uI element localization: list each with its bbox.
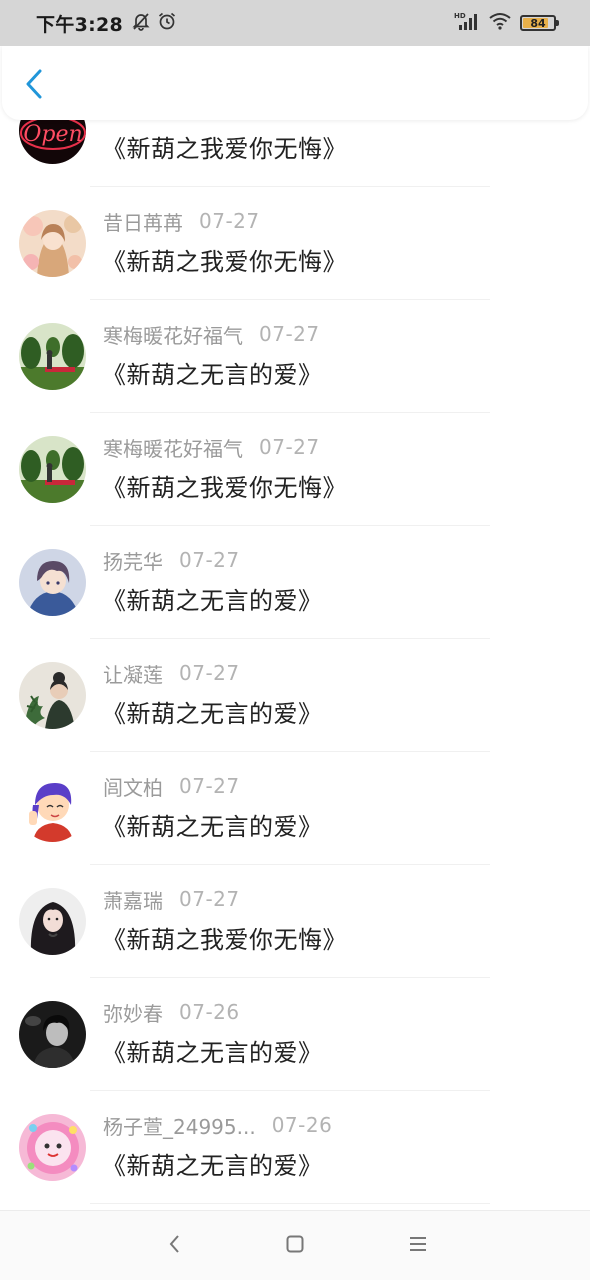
author-name[interactable]: 兰春华 [103, 120, 163, 123]
meta-line: 弥妙春 07-26 [103, 998, 240, 1027]
avatar[interactable] [19, 1114, 86, 1181]
mute-bell-icon [131, 11, 151, 35]
item-title[interactable]: 《新葫之无言的爱》 [102, 355, 323, 390]
meta-line: 闾文柏 07-27 [103, 772, 240, 801]
item-title[interactable]: 《新葫之我爱你无悔》 [102, 129, 347, 164]
nav-back-button[interactable] [160, 1231, 190, 1261]
author-name[interactable]: 寒梅暖花好福气 [103, 433, 243, 462]
comment-list[interactable]: Open 兰春华 07-27 《新葫之我爱你无悔》 昔日苒苒 07-27 《新葫… [0, 120, 590, 1210]
comment-date: 07-26 [179, 1000, 240, 1024]
comment-date: 07-27 [259, 435, 320, 459]
comment-list-inner: Open 兰春华 07-27 《新葫之我爱你无悔》 昔日苒苒 07-27 《新葫… [0, 120, 590, 1204]
avatar[interactable] [19, 549, 86, 616]
item-title[interactable]: 《新葫之无言的爱》 [102, 1033, 323, 1068]
comment-date: 07-26 [271, 1113, 333, 1137]
list-item[interactable]: 扬芫华 07-27 《新葫之无言的爱》 [0, 526, 590, 639]
author-name[interactable]: 让凝莲 [103, 659, 163, 688]
comment-date: 07-27 [179, 548, 240, 572]
comment-date: 07-27 [199, 209, 260, 233]
list-item[interactable]: 闾文柏 07-27 《新葫之无言的爱》 [0, 752, 590, 865]
author-name[interactable]: 闾文柏 [103, 772, 163, 801]
nav-back-icon [167, 1233, 183, 1259]
hd-signal-icon: HD [454, 11, 480, 35]
battery-level-text: 84 [530, 16, 546, 30]
list-item[interactable]: 杨子萱_24995... 07-26 《新葫之无言的爱》 [0, 1091, 590, 1204]
item-title[interactable]: 《新葫之我爱你无悔》 [102, 242, 347, 277]
avatar[interactable] [19, 436, 86, 503]
meta-line: 寒梅暖花好福气 07-27 [103, 433, 320, 462]
list-item[interactable]: Open 兰春华 07-27 《新葫之我爱你无悔》 [0, 120, 590, 187]
comment-date: 07-27 [259, 322, 320, 346]
meta-line: 扬芫华 07-27 [103, 546, 240, 575]
screen: 下午3:28 HD 84 Open 《新葫之我爱你无悔》 昔日苒苒 07-27 … [0, 0, 590, 1280]
avatar[interactable] [19, 1001, 86, 1068]
comment-date: 07-27 [179, 887, 240, 911]
item-title[interactable]: 《新葫之无言的爱》 [102, 581, 323, 616]
system-nav-bar [0, 1210, 590, 1280]
avatar[interactable] [19, 888, 86, 955]
avatar[interactable]: Open [19, 120, 86, 164]
author-name[interactable]: 昔日苒苒 [103, 207, 183, 236]
item-title[interactable]: 《新葫之我爱你无悔》 [102, 920, 347, 955]
comment-date: 07-27 [179, 661, 240, 685]
divider [90, 1203, 490, 1204]
nav-menu-icon [408, 1234, 428, 1258]
nav-home-button[interactable] [280, 1231, 310, 1261]
list-item[interactable]: 寒梅暖花好福气 07-27 《新葫之我爱你无悔》 [0, 413, 590, 526]
meta-line: 萧嘉瑞 07-27 [103, 885, 240, 914]
svg-text:Open: Open [23, 122, 82, 147]
meta-line: 寒梅暖花好福气 07-27 [103, 320, 320, 349]
item-title[interactable]: 《新葫之无言的爱》 [102, 1146, 323, 1181]
item-title[interactable]: 《新葫之无言的爱》 [102, 807, 323, 842]
author-name[interactable]: 萧嘉瑞 [103, 885, 163, 914]
meta-line: 让凝莲 07-27 [103, 659, 240, 688]
status-bar: 下午3:28 HD 84 [0, 0, 590, 46]
status-right-icons: HD 84 [454, 11, 559, 35]
status-left-icons [131, 11, 177, 35]
item-title[interactable]: 《新葫之无言的爱》 [102, 694, 323, 729]
list-item[interactable]: 弥妙春 07-26 《新葫之无言的爱》 [0, 978, 590, 1091]
chevron-left-icon [24, 68, 44, 104]
meta-line: 杨子萱_24995... 07-26 [103, 1111, 333, 1140]
author-name[interactable]: 寒梅暖花好福气 [103, 320, 243, 349]
list-item[interactable]: 昔日苒苒 07-27 《新葫之我爱你无悔》 [0, 187, 590, 300]
author-name[interactable]: 杨子萱_24995... [103, 1111, 256, 1140]
status-time: 下午3:28 [36, 13, 124, 36]
avatar[interactable] [19, 775, 86, 842]
author-name[interactable]: 弥妙春 [103, 998, 163, 1027]
nav-menu-button[interactable] [403, 1231, 433, 1261]
svg-text:HD: HD [454, 12, 466, 20]
avatar[interactable] [19, 323, 86, 390]
wifi-icon [488, 11, 512, 35]
alarm-icon [157, 11, 177, 35]
list-item[interactable]: 萧嘉瑞 07-27 《新葫之我爱你无悔》 [0, 865, 590, 978]
back-button[interactable] [16, 66, 52, 106]
avatar[interactable] [19, 662, 86, 729]
list-item[interactable]: 寒梅暖花好福气 07-27 《新葫之无言的爱》 [0, 300, 590, 413]
meta-line: 昔日苒苒 07-27 [103, 207, 260, 236]
item-title[interactable]: 《新葫之我爱你无悔》 [102, 468, 347, 503]
avatar[interactable] [19, 210, 86, 277]
author-name[interactable]: 扬芫华 [103, 546, 163, 575]
battery-icon: 84 [520, 15, 559, 31]
nav-home-icon [285, 1234, 305, 1258]
app-header [2, 46, 588, 120]
list-item[interactable]: 让凝莲 07-27 《新葫之无言的爱》 [0, 639, 590, 752]
comment-date: 07-27 [179, 774, 240, 798]
meta-line: 兰春华 07-27 [103, 120, 240, 123]
